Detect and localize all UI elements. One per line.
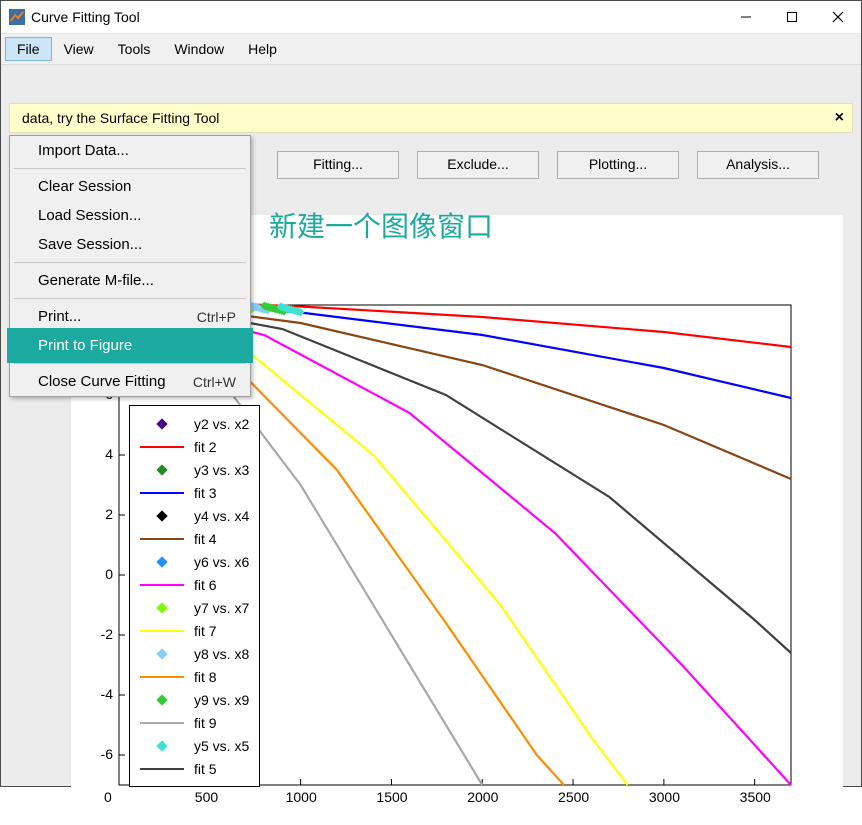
legend-label: fit 5 xyxy=(194,761,217,777)
content-area: data, try the Surface Fitting Tool × Fit… xyxy=(1,65,861,786)
legend-row: fit 4 xyxy=(140,527,249,550)
legend-row: y4 vs. x4 xyxy=(140,504,249,527)
legend-label: fit 8 xyxy=(194,669,217,685)
legend-row: y2 vs. x2 xyxy=(140,412,249,435)
legend-row: fit 3 xyxy=(140,481,249,504)
x-tick-label: 3000 xyxy=(649,789,680,805)
titlebar: Curve Fitting Tool xyxy=(1,1,861,34)
legend-swatch xyxy=(140,739,184,753)
legend-swatch xyxy=(140,670,184,684)
legend-label: y7 vs. x7 xyxy=(194,600,249,616)
legend-row: fit 6 xyxy=(140,573,249,596)
banner-text: data, try the Surface Fitting Tool xyxy=(22,110,219,126)
menu-help[interactable]: Help xyxy=(236,37,289,61)
legend-label: fit 3 xyxy=(194,485,217,501)
x-tick-label: 3500 xyxy=(740,789,771,805)
annotation-text: 新建一个图像窗口 xyxy=(269,205,493,245)
file-menu-dropdown: Import Data... Clear Session Load Sessio… xyxy=(9,135,251,397)
legend-swatch xyxy=(140,716,184,730)
analysis-button[interactable]: Analysis... xyxy=(697,151,819,179)
menu-view[interactable]: View xyxy=(52,37,106,61)
info-banner: data, try the Surface Fitting Tool × xyxy=(9,103,853,133)
legend-row: fit 5 xyxy=(140,757,249,780)
legend-swatch xyxy=(140,762,184,776)
menu-print[interactable]: Print...Ctrl+P xyxy=(10,302,250,331)
legend-swatch xyxy=(140,463,184,477)
menu-separator xyxy=(14,262,246,263)
legend-label: y9 vs. x9 xyxy=(194,692,249,708)
legend-label: fit 9 xyxy=(194,715,217,731)
legend-row: y3 vs. x3 xyxy=(140,458,249,481)
legend-swatch xyxy=(140,601,184,615)
legend-row: y5 vs. x5 xyxy=(140,734,249,757)
legend-label: y8 vs. x8 xyxy=(194,646,249,662)
legend-row: y8 vs. x8 xyxy=(140,642,249,665)
app-icon xyxy=(9,9,25,25)
maximize-button[interactable] xyxy=(769,1,815,33)
legend-swatch xyxy=(140,486,184,500)
y-tick-label: -2 xyxy=(83,626,113,642)
legend-swatch xyxy=(140,624,184,638)
x-tick-label: 1000 xyxy=(286,789,317,805)
menu-print-to-figure[interactable]: Print to Figure xyxy=(10,331,250,360)
exclude-button[interactable]: Exclude... xyxy=(417,151,539,179)
legend-label: y6 vs. x6 xyxy=(194,554,249,570)
menu-separator xyxy=(14,298,246,299)
menu-save-session[interactable]: Save Session... xyxy=(10,230,250,259)
menu-window[interactable]: Window xyxy=(162,37,236,61)
legend-label: y2 vs. x2 xyxy=(194,416,249,432)
legend-row: y7 vs. x7 xyxy=(140,596,249,619)
menu-load-session[interactable]: Load Session... xyxy=(10,201,250,230)
y-tick-label: 4 xyxy=(83,446,113,462)
legend-swatch xyxy=(140,647,184,661)
x-tick-label: 2500 xyxy=(558,789,589,805)
legend-row: fit 7 xyxy=(140,619,249,642)
legend-label: fit 2 xyxy=(194,439,217,455)
close-button[interactable] xyxy=(815,1,861,33)
legend-label: fit 4 xyxy=(194,531,217,547)
legend-label: fit 6 xyxy=(194,577,217,593)
legend-row: y6 vs. x6 xyxy=(140,550,249,573)
menu-import-data[interactable]: Import Data... xyxy=(10,136,250,165)
minimize-button[interactable] xyxy=(723,1,769,33)
x-tick-label: 0 xyxy=(104,789,112,805)
legend-swatch xyxy=(140,578,184,592)
y-tick-label: 0 xyxy=(83,566,113,582)
fitting-button[interactable]: Fitting... xyxy=(277,151,399,179)
legend-row: fit 8 xyxy=(140,665,249,688)
y-tick-label: -4 xyxy=(83,686,113,702)
legend-swatch xyxy=(140,555,184,569)
legend-swatch xyxy=(140,509,184,523)
menu-close-curve-fitting[interactable]: Close Curve FittingCtrl+W xyxy=(10,367,250,396)
plotting-button[interactable]: Plotting... xyxy=(557,151,679,179)
app-window: Curve Fitting Tool File View Tools Windo… xyxy=(0,0,862,787)
menu-separator xyxy=(14,168,246,169)
y-tick-label: 2 xyxy=(83,506,113,522)
window-title: Curve Fitting Tool xyxy=(31,9,140,25)
legend-label: y4 vs. x4 xyxy=(194,508,249,524)
legend-label: y5 vs. x5 xyxy=(194,738,249,754)
x-tick-label: 2000 xyxy=(467,789,498,805)
x-tick-label: 500 xyxy=(195,789,218,805)
menu-clear-session[interactable]: Clear Session xyxy=(10,172,250,201)
menu-generate-mfile[interactable]: Generate M-file... xyxy=(10,266,250,295)
legend-label: fit 7 xyxy=(194,623,217,639)
menu-file[interactable]: File xyxy=(5,37,52,61)
legend-label: y3 vs. x3 xyxy=(194,462,249,478)
legend-swatch xyxy=(140,693,184,707)
menu-separator xyxy=(14,363,246,364)
legend-row: fit 2 xyxy=(140,435,249,458)
menu-tools[interactable]: Tools xyxy=(106,37,163,61)
legend-swatch xyxy=(140,417,184,431)
legend-row: fit 9 xyxy=(140,711,249,734)
legend-swatch xyxy=(140,440,184,454)
menubar: File View Tools Window Help xyxy=(1,34,861,65)
legend-row: y9 vs. x9 xyxy=(140,688,249,711)
legend[interactable]: y2 vs. x2 fit 2 y3 vs. x3 fit 3 y4 vs. x4 fit… xyxy=(129,405,260,787)
banner-close-icon[interactable]: × xyxy=(835,109,844,127)
x-tick-label: 1500 xyxy=(376,789,407,805)
legend-swatch xyxy=(140,532,184,546)
y-tick-label: -6 xyxy=(83,746,113,762)
